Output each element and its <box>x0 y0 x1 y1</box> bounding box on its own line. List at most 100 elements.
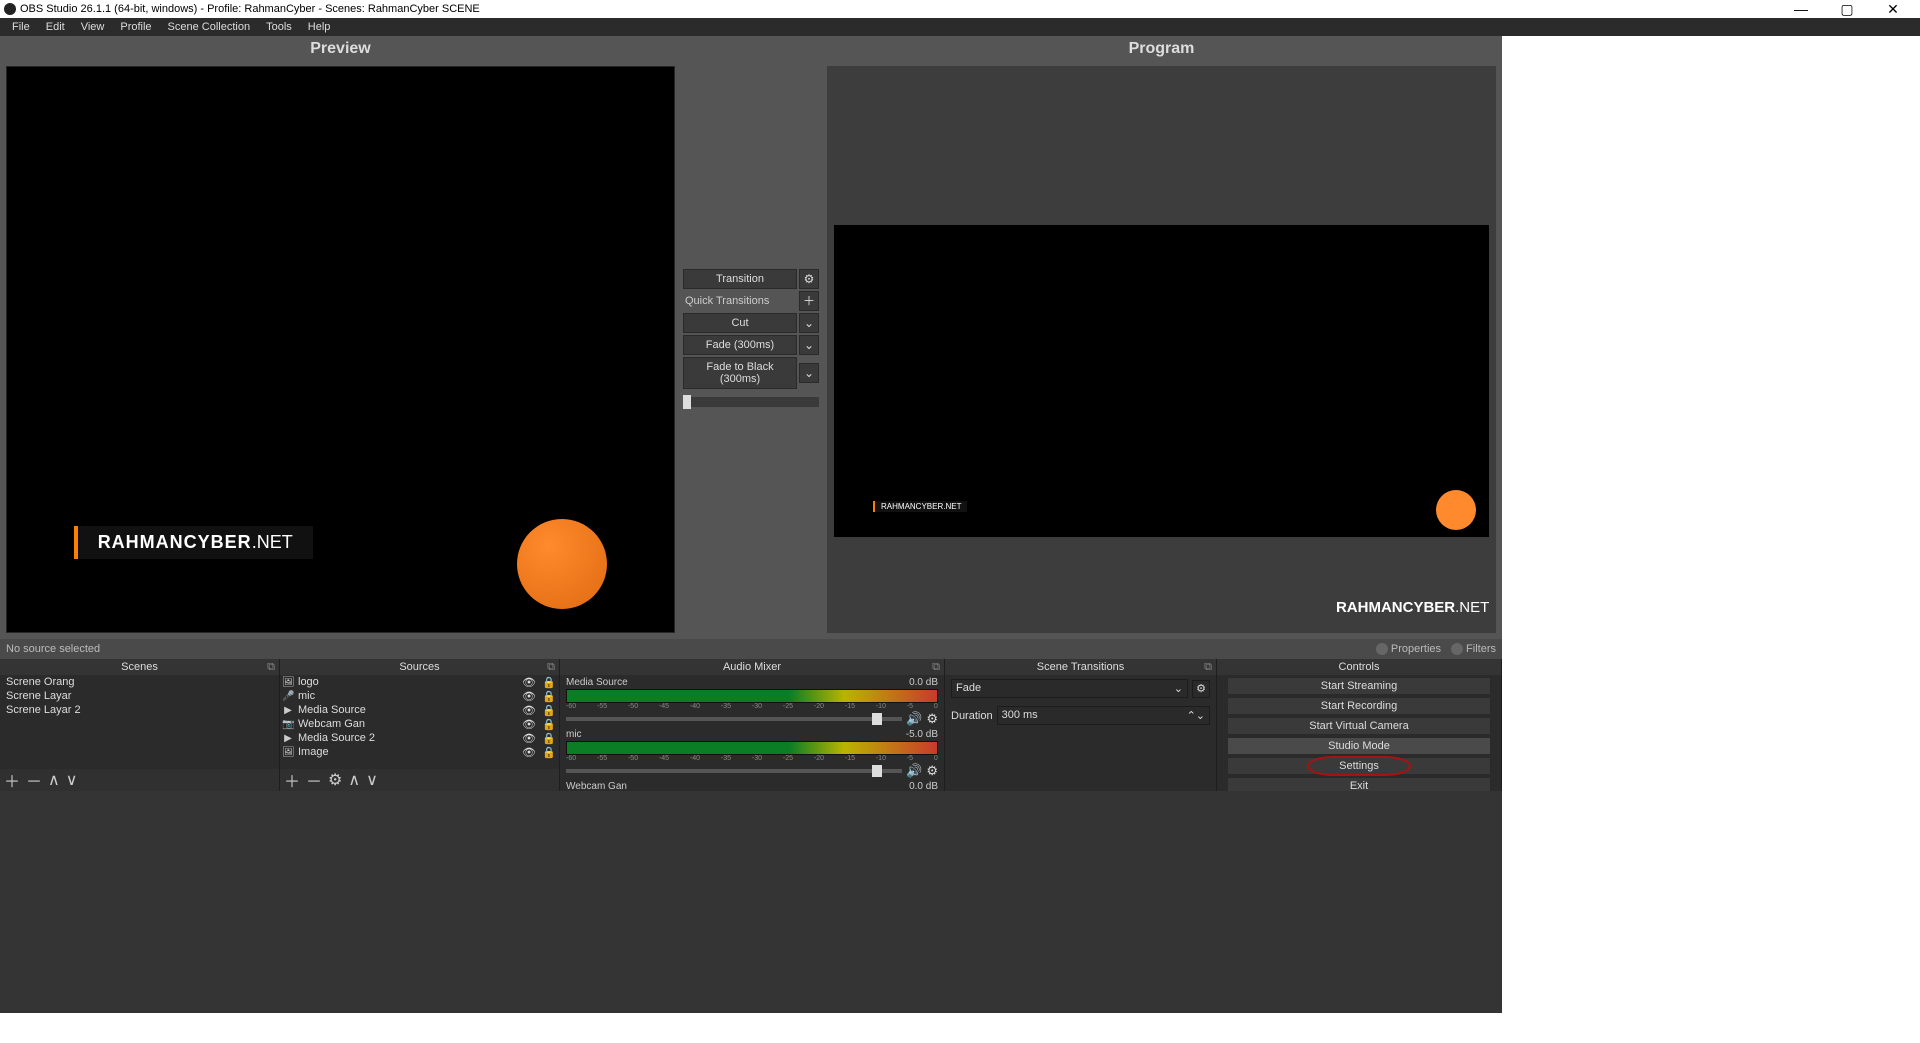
menu-scene-collection[interactable]: Scene Collection <box>160 19 259 35</box>
visibility-toggle-icon[interactable]: 👁 <box>521 732 537 745</box>
sources-panel: Sources⧉ 🖼logo👁🔒🎤mic👁🔒▶Media Source👁🔒📷We… <box>280 659 560 791</box>
program-label: Program <box>821 36 1502 60</box>
add-source-button[interactable]: ＋ <box>284 768 300 792</box>
move-up-button[interactable]: ∧ <box>348 770 360 790</box>
chevron-down-icon[interactable]: ⌄ <box>799 335 819 355</box>
volume-slider[interactable] <box>566 717 902 721</box>
quick-transition-fade-black[interactable]: Fade to Black (300ms) <box>683 357 797 389</box>
channel-db: 0.0 dB <box>909 781 938 791</box>
start-recording-button[interactable]: Start Recording <box>1227 697 1491 715</box>
properties-button[interactable]: Properties <box>1376 643 1441 655</box>
volume-slider[interactable] <box>566 769 902 773</box>
mute-icon[interactable]: 🔊 <box>906 711 922 727</box>
transition-settings-icon[interactable]: ⚙ <box>799 269 819 289</box>
window-close-button[interactable]: ✕ <box>1870 1 1916 18</box>
tbar-slider[interactable] <box>683 397 819 407</box>
menu-profile[interactable]: Profile <box>112 19 159 35</box>
popout-icon[interactable]: ⧉ <box>932 661 940 674</box>
lock-toggle-icon[interactable]: 🔒 <box>541 690 557 703</box>
source-item[interactable]: 🖼Image👁🔒 <box>280 745 559 759</box>
lock-toggle-icon[interactable]: 🔒 <box>541 704 557 717</box>
source-item[interactable]: ▶Media Source 2👁🔒 <box>280 731 559 745</box>
window-minimize-button[interactable]: — <box>1778 1 1824 17</box>
scene-item[interactable]: Screne Layar 2 <box>0 703 279 717</box>
popout-icon[interactable]: ⧉ <box>267 661 275 674</box>
visibility-toggle-icon[interactable]: 👁 <box>521 676 537 689</box>
controls-header: Controls <box>1217 659 1501 675</box>
right-blank <box>1502 36 1920 1043</box>
visibility-toggle-icon[interactable]: 👁 <box>521 704 537 717</box>
channel-settings-icon[interactable]: ⚙ <box>926 711 938 727</box>
menu-tools[interactable]: Tools <box>258 19 300 35</box>
mixer-channel: mic-5.0 dB-60-55-50-45-40-35-30-25-20-15… <box>560 727 944 779</box>
mute-icon[interactable]: 🔊 <box>906 763 922 779</box>
source-type-icon: 🎤 <box>282 691 294 702</box>
move-down-button[interactable]: ∨ <box>366 770 378 790</box>
audio-meter <box>566 741 938 755</box>
source-type-icon: 🖼 <box>282 677 294 688</box>
source-item[interactable]: ▶Media Source👁🔒 <box>280 703 559 717</box>
lock-toggle-icon[interactable]: 🔒 <box>541 676 557 689</box>
scene-item[interactable]: Screne Orang <box>0 675 279 689</box>
window-title-bar: OBS Studio 26.1.1 (64-bit, windows) - Pr… <box>0 0 1920 18</box>
preview-canvas[interactable]: RAHMANCYBER.NET <box>6 66 675 633</box>
menu-edit[interactable]: Edit <box>38 19 73 35</box>
move-down-button[interactable]: ∨ <box>66 770 78 790</box>
source-name: Webcam Gan <box>298 718 517 730</box>
remove-source-button[interactable]: － <box>306 768 322 792</box>
chevron-down-icon[interactable]: ⌄ <box>799 363 819 383</box>
lock-toggle-icon[interactable]: 🔒 <box>541 746 557 759</box>
filters-button[interactable]: Filters <box>1451 643 1496 655</box>
source-item[interactable]: 🖼logo👁🔒 <box>280 675 559 689</box>
quick-transitions-label: Quick Transitions <box>683 292 797 310</box>
scene-transitions-header: Scene Transitions⧉ <box>945 659 1216 675</box>
channel-settings-icon[interactable]: ⚙ <box>926 763 938 779</box>
menu-help[interactable]: Help <box>300 19 339 35</box>
transition-gear-icon[interactable]: ⚙ <box>1192 680 1210 698</box>
move-up-button[interactable]: ∧ <box>48 770 60 790</box>
lock-toggle-icon[interactable]: 🔒 <box>541 718 557 731</box>
source-name: mic <box>298 690 517 702</box>
brand-overlay: RAHMANCYBER.NET <box>74 526 313 559</box>
quick-transition-cut[interactable]: Cut <box>683 313 797 333</box>
chevron-down-icon[interactable]: ⌄ <box>799 313 819 333</box>
preview-label: Preview <box>0 36 681 60</box>
scenes-panel: Scenes⧉ Screne Orang Screne Layar Screne… <box>0 659 280 791</box>
popout-icon[interactable]: ⧉ <box>547 661 555 674</box>
duration-input[interactable]: 300 ms⌃⌄ <box>997 706 1210 725</box>
add-scene-button[interactable]: ＋ <box>4 768 20 792</box>
window-title: OBS Studio 26.1.1 (64-bit, windows) - Pr… <box>20 3 480 15</box>
audio-meter <box>566 689 938 703</box>
source-item[interactable]: 🎤 mic 👁 🔒 <box>280 689 559 703</box>
transition-button[interactable]: Transition <box>683 269 797 289</box>
source-settings-button[interactable]: ⚙ <box>328 770 342 790</box>
visibility-toggle-icon[interactable]: 👁 <box>521 746 537 759</box>
lock-toggle-icon[interactable]: 🔒 <box>541 732 557 745</box>
menu-view[interactable]: View <box>73 19 113 35</box>
start-virtual-camera-button[interactable]: Start Virtual Camera <box>1227 717 1491 735</box>
add-quick-transition-icon[interactable]: ＋ <box>799 291 819 311</box>
studio-mode-button[interactable]: Studio Mode <box>1227 737 1491 755</box>
remove-scene-button[interactable]: － <box>26 768 42 792</box>
source-type-icon: 🖼 <box>282 747 294 758</box>
menu-file[interactable]: File <box>4 19 38 35</box>
quick-transition-fade[interactable]: Fade (300ms) <box>683 335 797 355</box>
controls-panel: Controls Start Streaming Start Recording… <box>1217 659 1502 791</box>
menu-bar: File Edit View Profile Scene Collection … <box>0 18 1920 36</box>
visibility-toggle-icon[interactable]: 👁 <box>521 690 537 703</box>
source-item[interactable]: 📷Webcam Gan👁🔒 <box>280 717 559 731</box>
visibility-toggle-icon[interactable]: 👁 <box>521 718 537 731</box>
settings-button[interactable]: Settings <box>1227 757 1491 775</box>
scene-item[interactable]: Screne Layar <box>0 689 279 703</box>
program-canvas[interactable]: RAHMANCYBER.NET RAHMANCYBER.NET <box>827 66 1496 633</box>
popout-icon[interactable]: ⧉ <box>1204 661 1212 674</box>
transition-select[interactable]: Fade⌄ <box>951 679 1188 698</box>
exit-button[interactable]: Exit <box>1227 777 1491 791</box>
db-scale: -60-55-50-45-40-35-30-25-20-15-10-50 <box>566 755 938 763</box>
bottom-panels: Scenes⧉ Screne Orang Screne Layar Screne… <box>0 659 1502 791</box>
channel-db: -5.0 dB <box>906 729 938 740</box>
window-maximize-button[interactable]: ▢ <box>1824 1 1870 18</box>
mixer-channel: Webcam Gan0.0 dB <box>560 779 944 791</box>
bottom-blank <box>0 1013 1502 1043</box>
start-streaming-button[interactable]: Start Streaming <box>1227 677 1491 695</box>
